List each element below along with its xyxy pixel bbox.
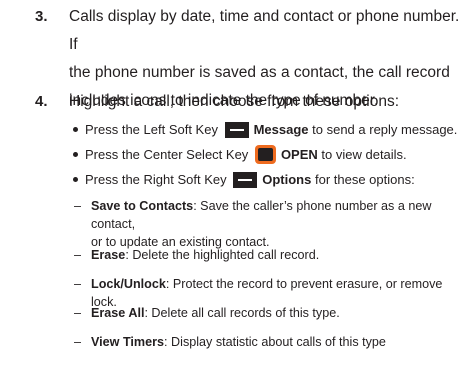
bullet-dot [73, 177, 78, 183]
option-term: Save to Contacts [91, 199, 194, 213]
center-select-key-icon [254, 145, 276, 165]
softkey-label: Options [262, 172, 312, 187]
dash: – [74, 335, 82, 349]
bullet-text: to view details. [321, 147, 407, 162]
suboption-save-to-contacts: – Save to Contacts: Save the caller’s ph… [74, 197, 471, 251]
bullet-dot [73, 127, 78, 133]
suboption-view-timers: – View Timers: Display statistic about c… [74, 333, 471, 351]
left-soft-key-icon [224, 121, 249, 138]
manual-page: 3. Calls display by date, time and conta… [0, 0, 474, 375]
bullet-open: Press the Center Select Key OPEN to view… [73, 145, 473, 165]
dash: – [74, 277, 82, 291]
bullet-text: Press the Right Soft Key [85, 172, 227, 187]
bullet-text: Press the Center Select Key [85, 147, 249, 162]
option-term: Erase All [91, 306, 145, 320]
option-desc: : Delete the highlighted call record. [125, 248, 320, 262]
step-number: 3. [35, 8, 48, 25]
bullet-text: for these options: [314, 172, 415, 187]
option-desc: : Delete all call records of this type. [144, 306, 340, 320]
bullet-options: Press the Right Soft Key Options for the… [73, 170, 473, 190]
dash: – [74, 248, 82, 262]
suboption-erase: – Erase: Delete the highlighted call rec… [74, 246, 471, 264]
step-number: 4. [35, 93, 48, 110]
suboption-erase-all: – Erase All: Delete all call records of … [74, 304, 471, 322]
option-term: Lock/Unlock [91, 277, 166, 291]
dash: – [74, 199, 82, 213]
bullet-text: Press the Left Soft Key [85, 122, 218, 137]
bullet-message: Press the Left Soft Key Message to send … [73, 120, 473, 140]
dash: – [74, 306, 82, 320]
softkey-label: Message [253, 122, 309, 137]
right-soft-key-icon [233, 171, 258, 188]
bullet-text: to send a reply message. [312, 122, 458, 137]
option-term: View Timers [91, 335, 165, 349]
bullet-dot [73, 152, 78, 158]
option-term: Erase [91, 248, 126, 262]
option-desc: : Display statistic about calls of this … [164, 335, 386, 349]
softkey-label: OPEN [280, 147, 318, 162]
step-text: Highlight a call, then choose from these… [69, 93, 399, 110]
